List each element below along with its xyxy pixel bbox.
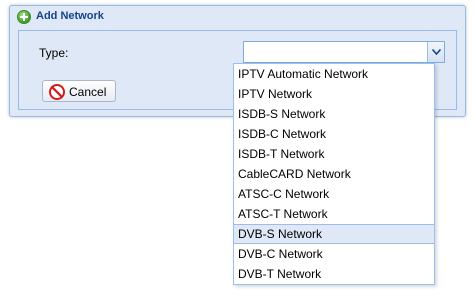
dropdown-item[interactable]: IPTV Network [234,84,434,104]
cancel-button[interactable]: Cancel [42,80,116,102]
dropdown-item[interactable]: ATSC-T Network [234,204,434,224]
add-circle-icon [17,10,31,24]
dropdown-item[interactable]: CableCARD Network [234,164,434,184]
chevron-down-icon [432,49,441,55]
dropdown-item[interactable]: DVB-C Network [234,244,434,264]
dropdown-item[interactable]: ISDB-S Network [234,104,434,124]
dialog-titlebar: Add Network [10,6,465,28]
type-label: Type: [39,46,69,60]
cancel-button-label: Cancel [69,85,107,99]
type-select-trigger[interactable] [427,42,444,62]
dropdown-item[interactable]: IPTV Automatic Network [234,64,434,84]
dropdown-item[interactable]: ATSC-C Network [234,184,434,204]
dropdown-item[interactable]: DVB-S Network [234,224,434,244]
dropdown-item[interactable]: DVB-T Network [234,264,434,284]
type-select[interactable] [243,41,445,63]
no-entry-icon [49,84,65,100]
dropdown-item[interactable]: ISDB-T Network [234,144,434,164]
dialog-title: Add Network [36,10,104,22]
dropdown-item[interactable]: ISDB-C Network [234,124,434,144]
type-dropdown-list: IPTV Automatic Network IPTV Network ISDB-S… [233,63,435,285]
